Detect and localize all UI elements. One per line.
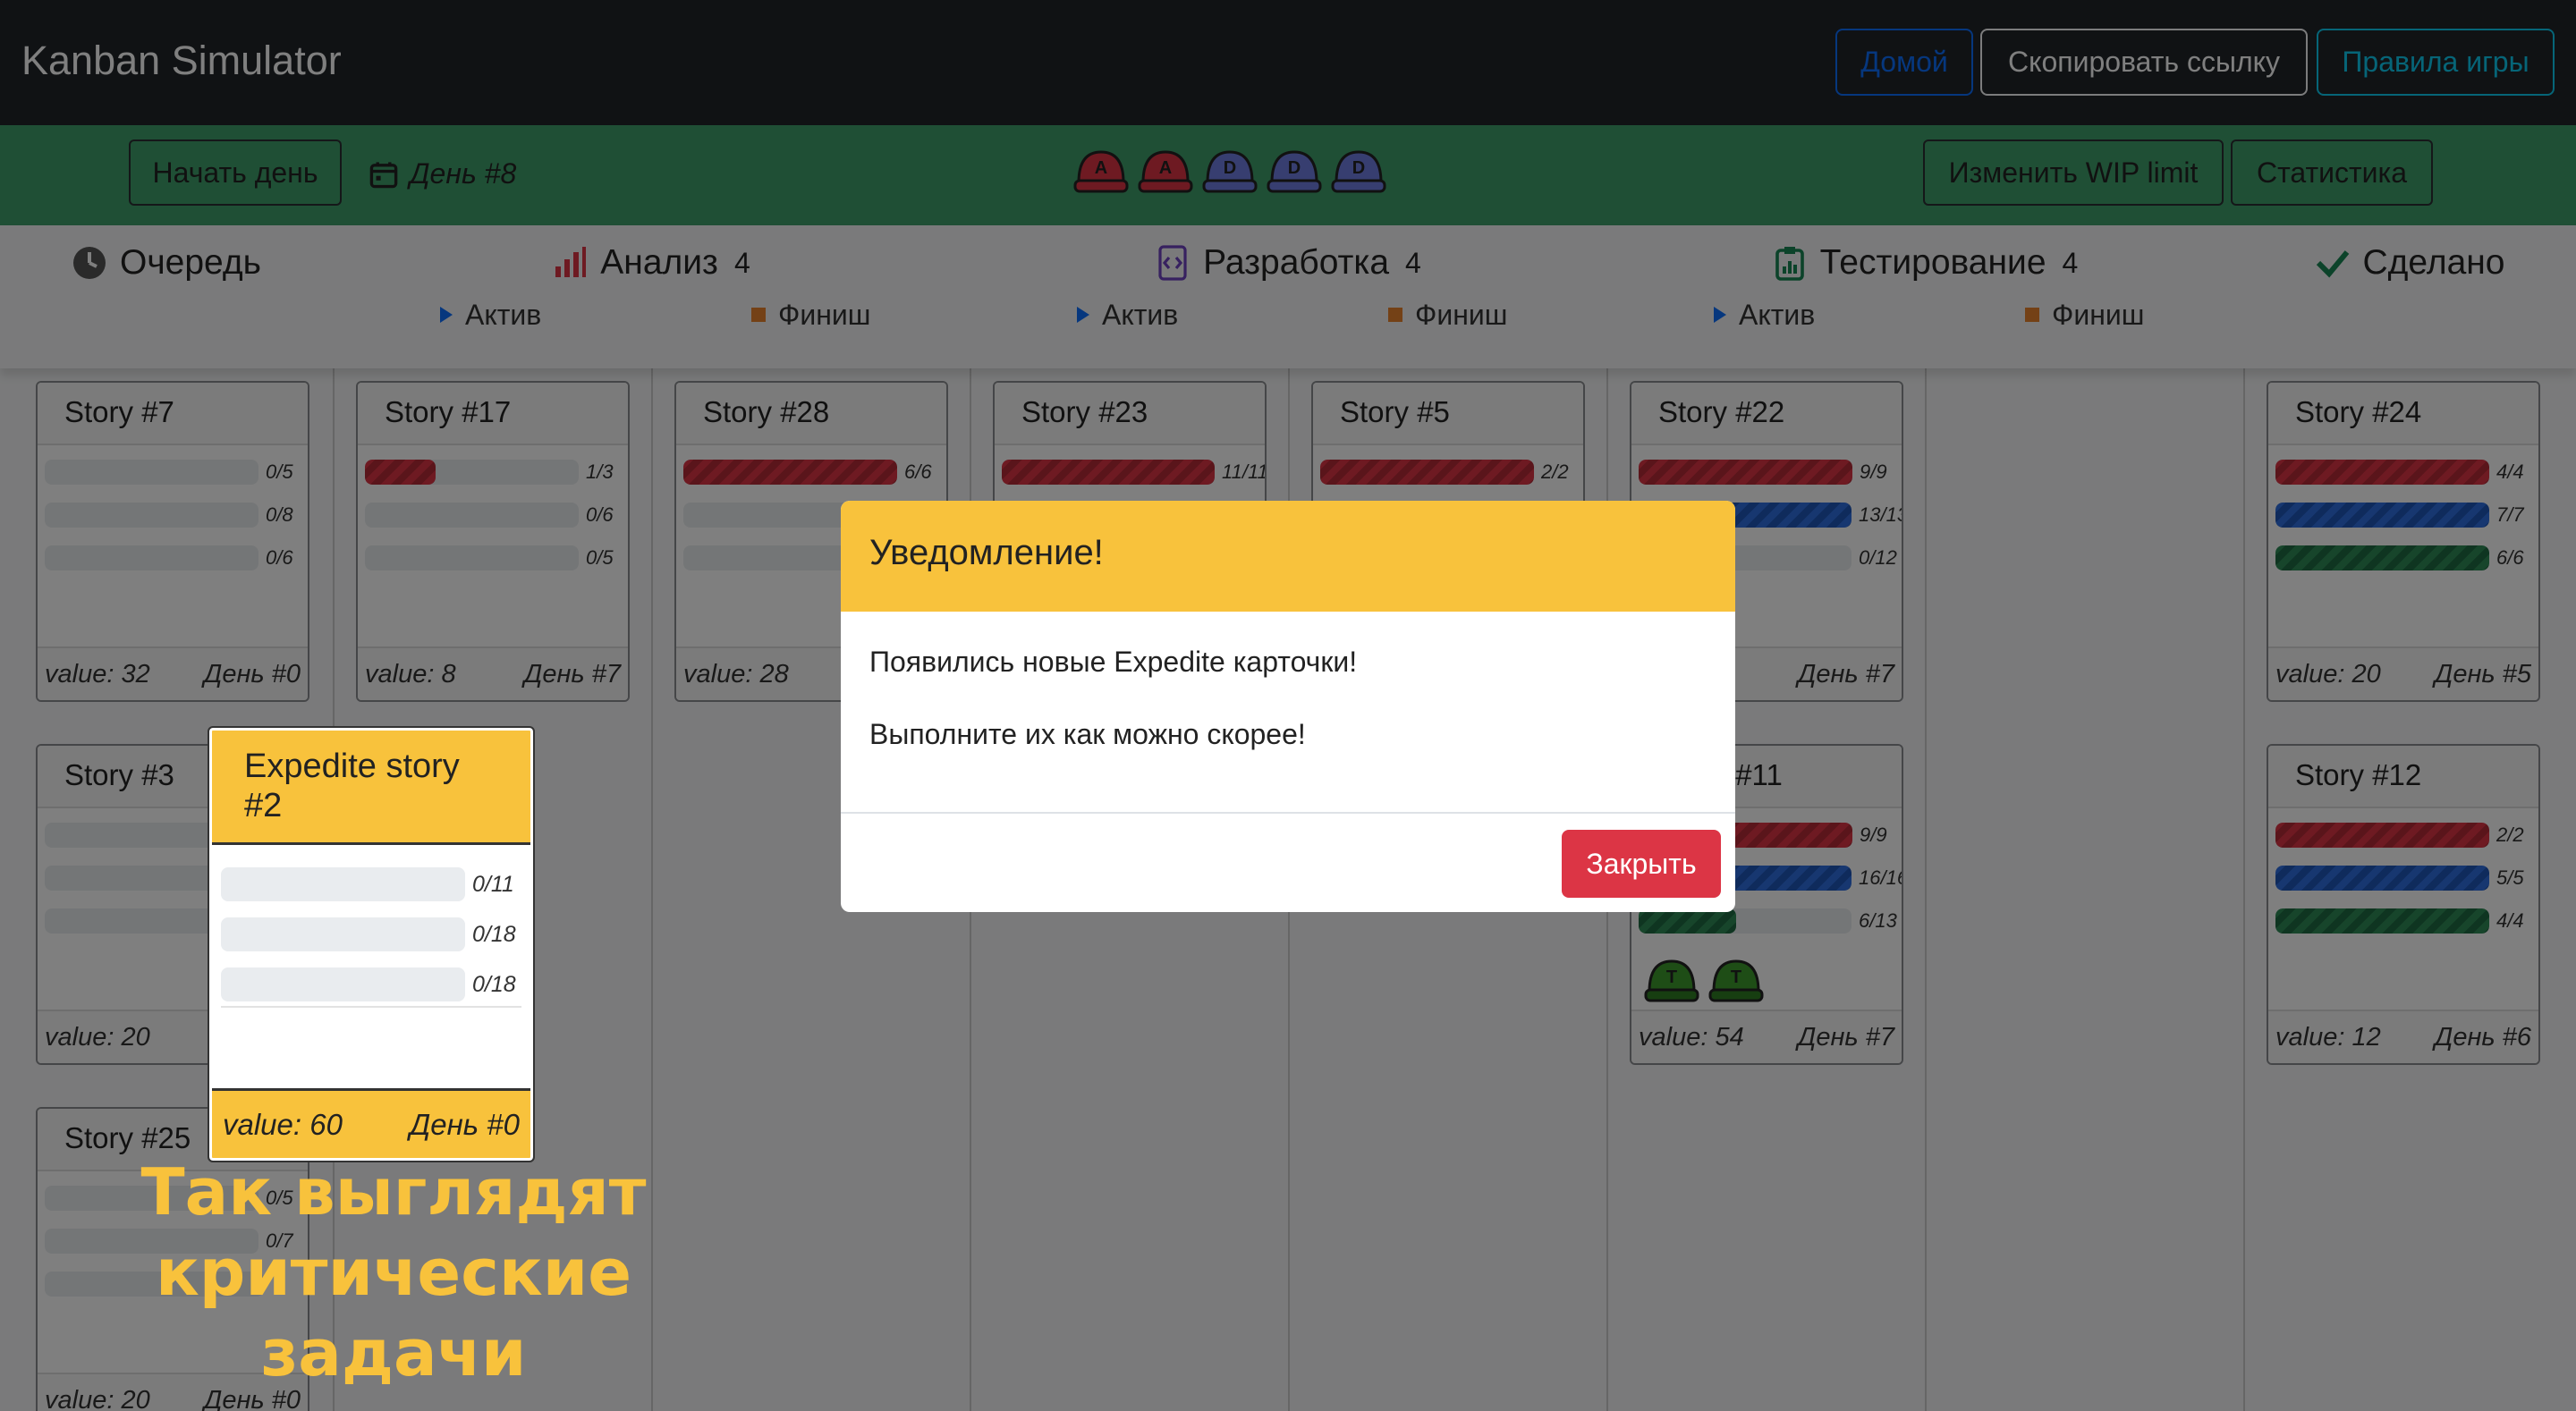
annotation-caption: Так выглядят критические задачи [140, 1154, 647, 1390]
dev-progress-value: 0/18 [472, 921, 516, 947]
expedite-story-card[interactable]: Expedite story #2 0/11 0/18 0/18 value: … [208, 726, 535, 1162]
modal-message-1: Появились новые Expedite карточки! [869, 646, 1358, 678]
close-button[interactable]: Закрыть [1562, 830, 1721, 898]
analysis-progress-value: 0/11 [472, 871, 514, 897]
modal-message-2: Выполните их как можно скорее! [869, 718, 1306, 750]
modal-title: Уведомление! [841, 501, 1735, 612]
test-progress-value: 0/18 [472, 971, 516, 997]
modal-footer: Закрыть [841, 812, 1735, 912]
modal-body: Появились новые Expedite карточки! Выпол… [841, 612, 1735, 807]
expedite-story-value: value: 60 [223, 1107, 343, 1141]
notification-modal: Уведомление! Появились новые Expedite ка… [841, 501, 1735, 912]
expedite-story-day: День #0 [410, 1107, 520, 1141]
analysis-progress-bar [221, 867, 465, 901]
dev-progress-bar [221, 917, 465, 951]
expedite-story-title: Expedite story #2 [212, 731, 530, 845]
test-progress-bar [221, 967, 465, 1001]
